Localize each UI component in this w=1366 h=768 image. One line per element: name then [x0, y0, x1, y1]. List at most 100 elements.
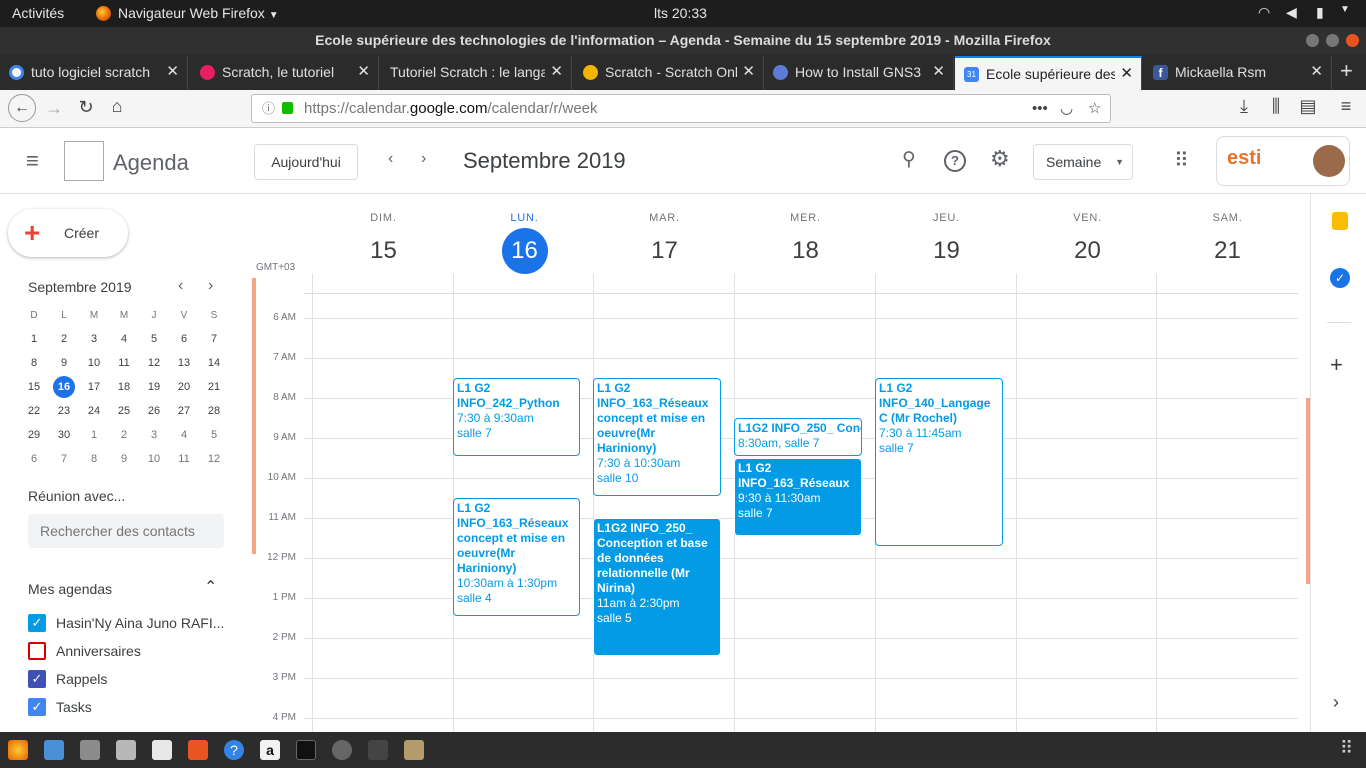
home-icon[interactable]: ⌂ — [105, 96, 129, 117]
mini-day[interactable]: 1 — [79, 423, 109, 447]
event-reseaux-wed[interactable]: L1 G2 INFO_163_Réseaux 9:30 à 11:30am sall… — [734, 458, 862, 536]
mini-day[interactable]: 6 — [19, 447, 49, 471]
mini-day[interactable]: 3 — [79, 327, 109, 351]
tab-tutoriel-scratch[interactable]: Tutoriel Scratch : le langage✕ — [382, 56, 572, 90]
tab-gns3[interactable]: How to Install GNS3 ✕ — [764, 56, 954, 90]
terminal-icon[interactable] — [296, 740, 316, 760]
mini-day[interactable]: 11 — [169, 447, 199, 471]
mini-day[interactable]: 30 — [49, 423, 79, 447]
close-tab-icon[interactable]: ✕ — [932, 56, 945, 88]
mini-day[interactable]: 29 — [19, 423, 49, 447]
help-icon[interactable]: ? — [224, 740, 244, 760]
mini-day[interactable]: 8 — [79, 447, 109, 471]
software-icon[interactable] — [188, 740, 208, 760]
calendar-checkbox-birthdays[interactable] — [28, 642, 46, 660]
text-editor-icon[interactable] — [152, 740, 172, 760]
help-icon[interactable]: ? — [944, 150, 966, 172]
mini-day[interactable]: 27 — [169, 399, 199, 423]
add-addon-icon[interactable]: + — [1330, 352, 1343, 378]
settings-icon[interactable]: ⚙ — [990, 146, 1010, 172]
mini-day[interactable]: 7 — [199, 327, 229, 351]
view-select[interactable]: Semaine ▼ — [1033, 144, 1133, 180]
close-tab-icon[interactable]: ✕ — [166, 56, 179, 88]
mini-day[interactable]: 23 — [49, 399, 79, 423]
video-icon[interactable] — [368, 740, 388, 760]
library-icon[interactable]: ⫼ — [1264, 96, 1288, 117]
maximize-icon[interactable] — [1326, 34, 1339, 47]
close-window-icon[interactable] — [1346, 34, 1359, 47]
mini-day[interactable]: 25 — [109, 399, 139, 423]
tab-agenda[interactable]: 31 Ecole supérieure des ✕ — [955, 56, 1142, 90]
bookmark-star-icon[interactable]: ☆ — [1088, 95, 1101, 122]
mini-day[interactable]: 2 — [109, 423, 139, 447]
mini-day[interactable]: 24 — [79, 399, 109, 423]
day-header-wed[interactable]: MER. 18 — [735, 194, 876, 274]
volume-icon[interactable]: ◀ — [1286, 4, 1297, 21]
mini-day-today[interactable]: 16 — [49, 375, 79, 399]
tab-scratch-tutoriel[interactable]: Scratch, le tutoriel ✕ — [191, 56, 379, 90]
new-tab-icon[interactable]: + — [1340, 58, 1353, 84]
app-menu[interactable]: Navigateur Web Firefox ▼ — [118, 5, 279, 21]
mini-day[interactable]: 2 — [49, 327, 79, 351]
mini-day[interactable]: 13 — [169, 351, 199, 375]
day-header-fri[interactable]: VEN. 20 — [1017, 194, 1158, 274]
event-python[interactable]: L1 G2 INFO_242_Python 7:30 à 9:30am salle … — [453, 378, 580, 456]
mini-day[interactable]: 12 — [199, 447, 229, 471]
downloads-icon[interactable]: ⤓ — [1232, 96, 1256, 117]
system-menu-chevron-icon[interactable]: ▼ — [1340, 4, 1350, 15]
mini-day[interactable]: 15 — [19, 375, 49, 399]
tab-tuto-logiciel[interactable]: tuto logiciel scratch ✕ — [0, 56, 188, 90]
mini-day[interactable]: 22 — [19, 399, 49, 423]
event-langage-c[interactable]: L1 G2 INFO_140_Langage C (Mr Rochel) 7:30… — [875, 378, 1003, 546]
event-bdd-tue[interactable]: L1G2 INFO_250_ Conception et base de don… — [593, 518, 721, 656]
main-menu-icon[interactable]: ≡ — [26, 148, 39, 174]
mini-day[interactable]: 8 — [19, 351, 49, 375]
mini-day[interactable]: 11 — [109, 351, 139, 375]
mini-day[interactable]: 5 — [199, 423, 229, 447]
day-header-mon[interactable]: LUN. 16 — [454, 194, 595, 274]
wifi-icon[interactable]: ◠ — [1258, 4, 1270, 21]
contact-search-input[interactable] — [28, 514, 224, 548]
collapse-chevron-icon[interactable]: ⌃ — [204, 577, 217, 597]
activities-button[interactable]: Activités — [12, 5, 64, 21]
battery-icon[interactable]: ▮ — [1316, 4, 1324, 21]
calendar-checkbox-personal[interactable]: ✓ — [28, 614, 46, 632]
avatar[interactable] — [1313, 145, 1345, 177]
minimize-icon[interactable] — [1306, 34, 1319, 47]
mini-day[interactable]: 4 — [169, 423, 199, 447]
mini-day[interactable]: 14 — [199, 351, 229, 375]
info-icon[interactable]: ⓘ — [262, 95, 275, 122]
mini-day[interactable]: 9 — [109, 447, 139, 471]
clock[interactable]: lts 20:33 — [654, 5, 707, 21]
calendar-checkbox-reminders[interactable]: ✓ — [28, 670, 46, 688]
mini-day[interactable]: 20 — [169, 375, 199, 399]
tasks-icon[interactable]: ✓ — [1330, 268, 1350, 288]
close-tab-icon[interactable]: ✕ — [1310, 56, 1323, 88]
day-header-thu[interactable]: JEU. 19 — [876, 194, 1017, 274]
tab-scratch-online[interactable]: Scratch - Scratch Online✕ — [574, 56, 764, 90]
keep-icon[interactable] — [1332, 212, 1348, 230]
close-tab-icon[interactable]: ✕ — [1120, 58, 1133, 90]
mini-day[interactable]: 5 — [139, 327, 169, 351]
tab-facebook[interactable]: f Mickaella Rsm ✕ — [1144, 56, 1332, 90]
day-header-tue[interactable]: MAR. 17 — [594, 194, 735, 274]
apps-grid-icon[interactable]: ⠿ — [1174, 148, 1189, 173]
settings-icon[interactable] — [116, 740, 136, 760]
search-icon[interactable]: ⚲ — [902, 148, 916, 171]
account-area[interactable]: esti — [1216, 136, 1350, 186]
mini-day[interactable]: 3 — [139, 423, 169, 447]
folder-icon[interactable] — [80, 740, 100, 760]
page-actions-icon[interactable]: ••• — [1032, 95, 1048, 122]
amazon-icon[interactable]: a — [260, 740, 280, 760]
mini-day[interactable]: 18 — [109, 375, 139, 399]
mini-day[interactable]: 19 — [139, 375, 169, 399]
mini-day[interactable]: 28 — [199, 399, 229, 423]
today-button[interactable]: Aujourd'hui — [254, 144, 358, 180]
mini-day[interactable]: 1 — [19, 327, 49, 351]
menu-icon[interactable]: ≡ — [1334, 96, 1358, 117]
mini-day[interactable]: 7 — [49, 447, 79, 471]
mini-next-icon[interactable]: › — [208, 277, 213, 295]
mini-day[interactable]: 26 — [139, 399, 169, 423]
next-week-icon[interactable]: › — [421, 150, 426, 168]
reload-icon[interactable]: ↻ — [74, 97, 98, 118]
